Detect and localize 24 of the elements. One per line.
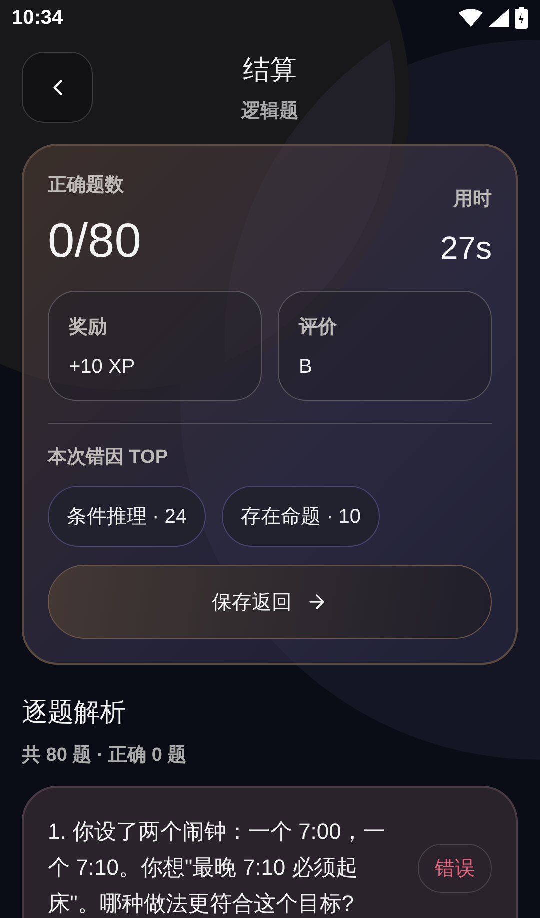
section-title: 逐题解析 [22, 696, 127, 729]
section-summary: 共 80 题 · 正确 0 题 [22, 744, 188, 768]
tile-value: B [299, 356, 314, 379]
signal-icon [489, 9, 509, 27]
wifi-icon [459, 9, 483, 27]
question-card[interactable]: 1. 你设了两个闹钟：一个 7:00，一个 7:10。你想"最晚 7:10 必须起床"。哪种做法更符合这个目标? 错误 [22, 786, 518, 918]
back-button[interactable] [22, 52, 93, 123]
battery-icon [515, 7, 528, 29]
status-time: 10:34 [12, 6, 64, 30]
time-label: 用时 [454, 188, 492, 212]
question-text: 1. 你设了两个闹钟：一个 7:00，一个 7:10。你想"最晚 7:10 必须起床"。哪种做法更符合这个目标? [48, 818, 386, 918]
page-title: 结算 [243, 54, 297, 87]
time-value: 27s [440, 230, 492, 267]
errors-title: 本次错因 TOP [48, 446, 169, 470]
error-tag: 存在命题 · 10 [222, 486, 380, 547]
error-tag: 条件推理 · 24 [48, 486, 206, 547]
correct-count: 0/80 [48, 214, 142, 269]
save-button[interactable]: 保存返回 [48, 565, 492, 639]
tile-label: 评价 [299, 316, 338, 340]
correct-label: 正确题数 [48, 174, 124, 198]
tile-value: +10 XP [69, 356, 136, 379]
page-subtitle: 逻辑题 [242, 100, 298, 124]
tile-label: 奖励 [69, 316, 108, 340]
result-tag: 错误 [418, 844, 492, 892]
